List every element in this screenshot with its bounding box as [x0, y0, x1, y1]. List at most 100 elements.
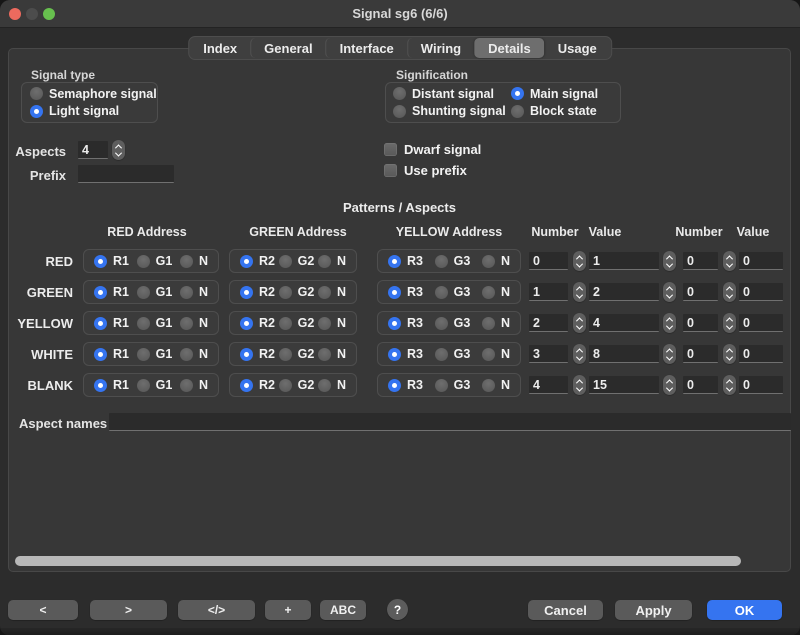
number1-input[interactable] — [529, 252, 568, 270]
radio-option-n[interactable]: N — [180, 316, 208, 330]
radio-option-n[interactable]: N — [482, 378, 510, 392]
radio-option-n[interactable]: N — [180, 285, 208, 299]
value1-input[interactable] — [589, 314, 659, 332]
radio-option-r1[interactable]: R1 — [94, 316, 129, 330]
radio-option-r2[interactable]: R2 — [240, 316, 275, 330]
radio-option-n[interactable]: N — [482, 316, 510, 330]
radio-option-r3[interactable]: R3 — [388, 378, 423, 392]
radio-option-g2[interactable]: G2 — [279, 285, 315, 299]
number2-stepper[interactable] — [723, 282, 736, 302]
value2-input[interactable] — [739, 314, 783, 332]
radio-option-n[interactable]: N — [318, 285, 346, 299]
radio-block-state[interactable]: Block state — [511, 104, 620, 118]
prefix-input[interactable] — [78, 165, 174, 183]
help-button[interactable]: ? — [387, 599, 408, 620]
radio-shunting-signal[interactable]: Shunting signal — [393, 104, 511, 118]
radio-option-g2[interactable]: G2 — [279, 378, 315, 392]
number2-stepper[interactable] — [723, 251, 736, 271]
radio-main-signal[interactable]: Main signal — [511, 87, 620, 101]
xml-source-button[interactable]: </> — [178, 600, 255, 620]
add-button[interactable]: + — [265, 600, 311, 620]
aspect-names-input[interactable] — [109, 413, 791, 431]
radio-option-n[interactable]: N — [180, 254, 208, 268]
apply-button[interactable]: Apply — [615, 600, 692, 620]
radio-option-r2[interactable]: R2 — [240, 378, 275, 392]
dwarf-signal-checkbox[interactable]: Dwarf signal — [384, 142, 481, 157]
radio-option-g3[interactable]: G3 — [435, 347, 471, 361]
radio-option-n[interactable]: N — [180, 378, 208, 392]
value1-input[interactable] — [589, 283, 659, 301]
number2-input[interactable] — [683, 252, 718, 270]
number1-input[interactable] — [529, 345, 568, 363]
tab-usage[interactable]: Usage — [544, 38, 610, 58]
value2-input[interactable] — [739, 252, 783, 270]
tab-general[interactable]: General — [250, 38, 325, 58]
horizontal-scrollbar[interactable] — [15, 556, 741, 566]
tab-wiring[interactable]: Wiring — [407, 38, 474, 58]
number2-stepper[interactable] — [723, 375, 736, 395]
radio-option-g2[interactable]: G2 — [279, 347, 315, 361]
number2-input[interactable] — [683, 283, 718, 301]
ok-button[interactable]: OK — [707, 600, 782, 620]
value1-stepper[interactable] — [663, 282, 676, 302]
radio-option-r2[interactable]: R2 — [240, 285, 275, 299]
radio-option-g1[interactable]: G1 — [137, 347, 173, 361]
radio-option-g1[interactable]: G1 — [137, 316, 173, 330]
radio-option-r2[interactable]: R2 — [240, 254, 275, 268]
value1-stepper[interactable] — [663, 375, 676, 395]
number2-input[interactable] — [683, 345, 718, 363]
radio-option-r1[interactable]: R1 — [94, 254, 129, 268]
number1-stepper[interactable] — [573, 344, 586, 364]
use-prefix-checkbox[interactable]: Use prefix — [384, 163, 467, 178]
radio-option-g1[interactable]: G1 — [137, 378, 173, 392]
radio-option-n[interactable]: N — [482, 285, 510, 299]
number1-input[interactable] — [529, 283, 568, 301]
radio-option-r2[interactable]: R2 — [240, 347, 275, 361]
number1-stepper[interactable] — [573, 251, 586, 271]
radio-option-g1[interactable]: G1 — [137, 285, 173, 299]
value2-input[interactable] — [739, 376, 783, 394]
radio-distant-signal[interactable]: Distant signal — [393, 87, 511, 101]
value2-input[interactable] — [739, 283, 783, 301]
cancel-button[interactable]: Cancel — [528, 600, 603, 620]
number2-input[interactable] — [683, 376, 718, 394]
radio-option-g2[interactable]: G2 — [279, 254, 315, 268]
abc-button[interactable]: ABC — [320, 600, 366, 620]
radio-option-r1[interactable]: R1 — [94, 347, 129, 361]
radio-option-n[interactable]: N — [318, 378, 346, 392]
radio-option-r1[interactable]: R1 — [94, 285, 129, 299]
value1-input[interactable] — [589, 376, 659, 394]
radio-option-r3[interactable]: R3 — [388, 347, 423, 361]
radio-option-g1[interactable]: G1 — [137, 254, 173, 268]
number1-input[interactable] — [529, 314, 568, 332]
number2-stepper[interactable] — [723, 313, 736, 333]
radio-option-r3[interactable]: R3 — [388, 285, 423, 299]
previous-button[interactable]: < — [8, 600, 78, 620]
radio-option-n[interactable]: N — [318, 347, 346, 361]
value1-stepper[interactable] — [663, 251, 676, 271]
radio-option-r3[interactable]: R3 — [388, 254, 423, 268]
radio-option-g3[interactable]: G3 — [435, 285, 471, 299]
number2-input[interactable] — [683, 314, 718, 332]
value1-input[interactable] — [589, 252, 659, 270]
radio-option-n[interactable]: N — [482, 254, 510, 268]
number1-stepper[interactable] — [573, 375, 586, 395]
aspects-input[interactable] — [78, 141, 108, 159]
number2-stepper[interactable] — [723, 344, 736, 364]
tab-index[interactable]: Index — [190, 38, 250, 58]
radio-light-signal[interactable]: Light signal — [30, 104, 157, 118]
radio-option-r1[interactable]: R1 — [94, 378, 129, 392]
value1-stepper[interactable] — [663, 344, 676, 364]
radio-semaphore-signal[interactable]: Semaphore signal — [30, 87, 157, 101]
number1-stepper[interactable] — [573, 282, 586, 302]
radio-option-g3[interactable]: G3 — [435, 378, 471, 392]
radio-option-n[interactable]: N — [318, 316, 346, 330]
value1-input[interactable] — [589, 345, 659, 363]
value2-input[interactable] — [739, 345, 783, 363]
radio-option-n[interactable]: N — [482, 347, 510, 361]
number1-input[interactable] — [529, 376, 568, 394]
radio-option-g3[interactable]: G3 — [435, 316, 471, 330]
number1-stepper[interactable] — [573, 313, 586, 333]
radio-option-n[interactable]: N — [318, 254, 346, 268]
radio-option-n[interactable]: N — [180, 347, 208, 361]
